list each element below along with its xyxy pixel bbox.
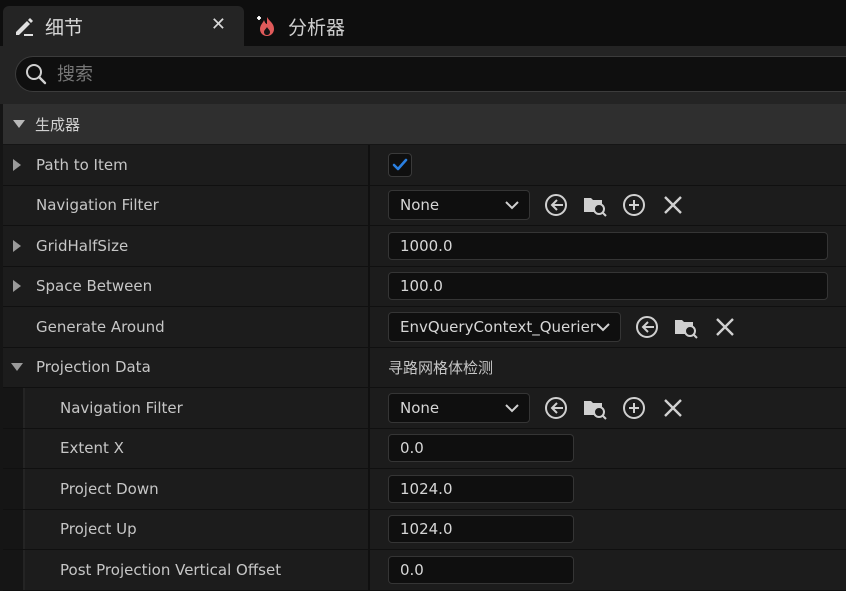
gridhalfsize-input[interactable]: 1000.0 (388, 231, 828, 260)
collapse-arrow-icon[interactable] (13, 120, 25, 128)
property-value: 0.0 (370, 550, 846, 590)
search-icon (26, 64, 47, 85)
property-row-gridhalfsize: GridHalfSize 1000.0 (3, 226, 846, 267)
property-label: Project Down (60, 479, 159, 498)
property-value: 1024.0 (370, 469, 846, 509)
property-row-projection-navigation-filter: Navigation Filter None (3, 388, 846, 429)
project-up-input[interactable]: 1024.0 (388, 515, 574, 544)
property-value: 1024.0 (370, 510, 846, 550)
chevron-down-icon (505, 201, 519, 210)
indent-rail (3, 509, 25, 549)
pencil-icon (12, 14, 36, 38)
property-value: None (370, 388, 846, 428)
tab-profiler[interactable]: 分析器 (246, 6, 426, 46)
expand-arrow-icon[interactable] (13, 158, 21, 171)
property-row-generate-around: Generate Around EnvQueryContext_Querier (3, 307, 846, 348)
add-icon[interactable] (621, 395, 647, 421)
property-label: GridHalfSize (36, 236, 129, 255)
browse-asset-icon[interactable] (673, 314, 699, 340)
dropdown-value: None (400, 398, 440, 417)
property-value: 0.0 (370, 429, 846, 469)
expand-arrow-icon[interactable] (13, 239, 21, 252)
tab-details[interactable]: 细节 ✕ (3, 6, 244, 46)
property-label: Navigation Filter (60, 398, 183, 417)
property-row-navigation-filter: Navigation Filter None (3, 185, 846, 226)
profiler-flame-icon (255, 14, 279, 38)
indent-rail (3, 469, 25, 509)
clear-icon[interactable] (660, 192, 686, 218)
tab-bar: 细节 ✕ 分析器 (0, 0, 846, 46)
indent-rail (3, 388, 25, 428)
property-value: EnvQueryContext_Querier (370, 307, 846, 347)
path-to-item-checkbox[interactable] (388, 152, 412, 177)
property-value: 寻路网格体检测 (370, 348, 846, 388)
expand-arrow-icon[interactable] (13, 280, 21, 293)
category-header-generator[interactable]: 生成器 (3, 104, 846, 144)
property-label: Extent X (60, 439, 124, 458)
indent-rail (3, 428, 25, 468)
property-name: Navigation Filter (3, 388, 370, 428)
property-row-post-projection-vertical-offset: Post Projection Vertical Offset 0.0 (3, 550, 846, 591)
collapse-arrow-icon[interactable] (11, 363, 23, 372)
use-selected-icon[interactable] (543, 192, 569, 218)
property-list: Path to Item Navigation Filter None Grid… (3, 145, 846, 591)
generate-around-dropdown[interactable]: EnvQueryContext_Querier (388, 311, 621, 342)
property-name: GridHalfSize (3, 226, 370, 266)
property-value: 1000.0 (370, 226, 846, 266)
property-name: Projection Data (3, 347, 370, 387)
property-name: Path to Item (3, 145, 370, 185)
property-label: Path to Item (36, 155, 128, 174)
browse-asset-icon[interactable] (582, 192, 608, 218)
use-selected-icon[interactable] (634, 314, 660, 340)
property-name: Project Up (3, 509, 370, 549)
extent-x-input[interactable]: 0.0 (388, 434, 574, 463)
close-icon[interactable]: ✕ (211, 15, 226, 35)
checkmark-icon (392, 158, 408, 171)
projection-data-summary: 寻路网格体检测 (388, 358, 494, 377)
dropdown-value: EnvQueryContext_Querier (400, 317, 596, 336)
space-between-input[interactable]: 100.0 (388, 272, 828, 301)
chevron-down-icon (596, 323, 610, 332)
dropdown-value: None (400, 196, 440, 215)
tab-profiler-label: 分析器 (288, 16, 346, 39)
tab-details-label: 细节 (45, 16, 84, 39)
property-name: Navigation Filter (3, 185, 370, 225)
property-label: Navigation Filter (36, 196, 159, 215)
browse-asset-icon[interactable] (582, 395, 608, 421)
search-box[interactable] (15, 56, 846, 92)
chevron-down-icon (505, 404, 519, 413)
search-input[interactable] (57, 63, 757, 85)
navigation-filter-dropdown[interactable]: None (388, 190, 530, 221)
post-projection-vertical-offset-input[interactable]: 0.0 (388, 555, 574, 584)
property-row-project-up: Project Up 1024.0 (3, 509, 846, 550)
property-value: None (370, 186, 846, 226)
property-value (370, 145, 846, 185)
property-label: Project Up (60, 520, 137, 539)
property-name: Space Between (3, 266, 370, 306)
property-label: Projection Data (36, 358, 151, 377)
property-name: Project Down (3, 469, 370, 509)
property-row-space-between: Space Between 100.0 (3, 266, 846, 307)
property-name: Generate Around (3, 307, 370, 347)
property-value: 100.0 (370, 267, 846, 307)
property-name: Post Projection Vertical Offset (3, 550, 370, 590)
indent-rail (3, 550, 25, 590)
category-label: 生成器 (35, 115, 81, 134)
property-row-project-down: Project Down 1024.0 (3, 469, 846, 510)
clear-icon[interactable] (712, 314, 738, 340)
project-down-input[interactable]: 1024.0 (388, 474, 574, 503)
add-icon[interactable] (621, 192, 647, 218)
property-label: Post Projection Vertical Offset (60, 560, 282, 579)
property-row-projection-data: Projection Data 寻路网格体检测 (3, 347, 846, 388)
property-row-path-to-item: Path to Item (3, 145, 846, 186)
property-label: Generate Around (36, 317, 165, 336)
property-row-extent-x: Extent X 0.0 (3, 428, 846, 469)
property-label: Space Between (36, 277, 153, 296)
use-selected-icon[interactable] (543, 395, 569, 421)
property-name: Extent X (3, 428, 370, 468)
projection-navigation-filter-dropdown[interactable]: None (388, 392, 530, 423)
clear-icon[interactable] (660, 395, 686, 421)
